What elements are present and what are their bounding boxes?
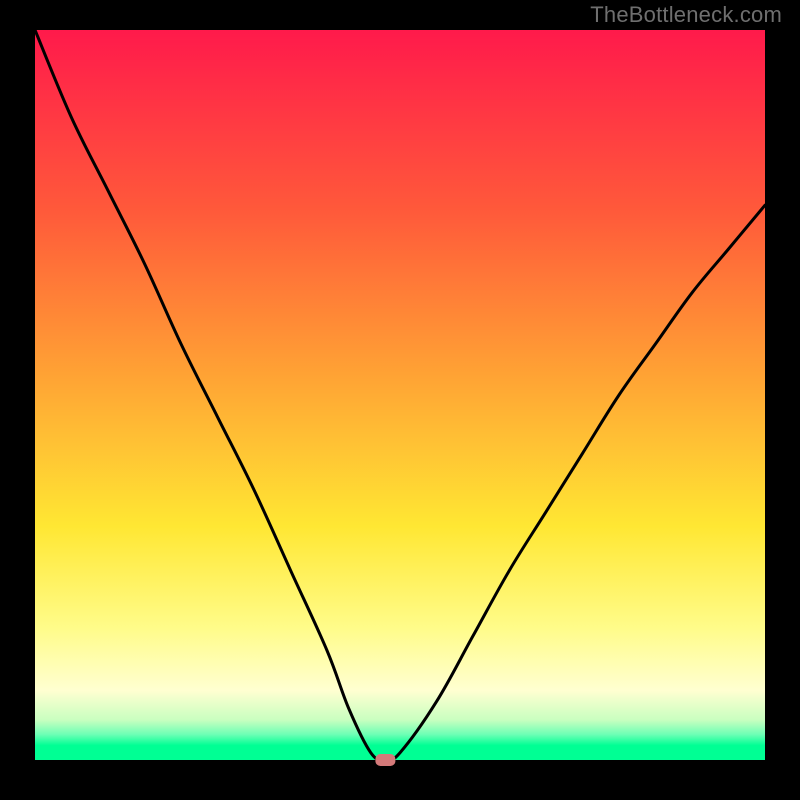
plot-svg xyxy=(35,30,765,760)
chart-frame: TheBottleneck.com xyxy=(0,0,800,800)
curve-min-marker xyxy=(375,754,395,766)
bottleneck-curve xyxy=(35,30,765,760)
watermark-text: TheBottleneck.com xyxy=(590,2,782,28)
plot-area xyxy=(35,30,765,760)
